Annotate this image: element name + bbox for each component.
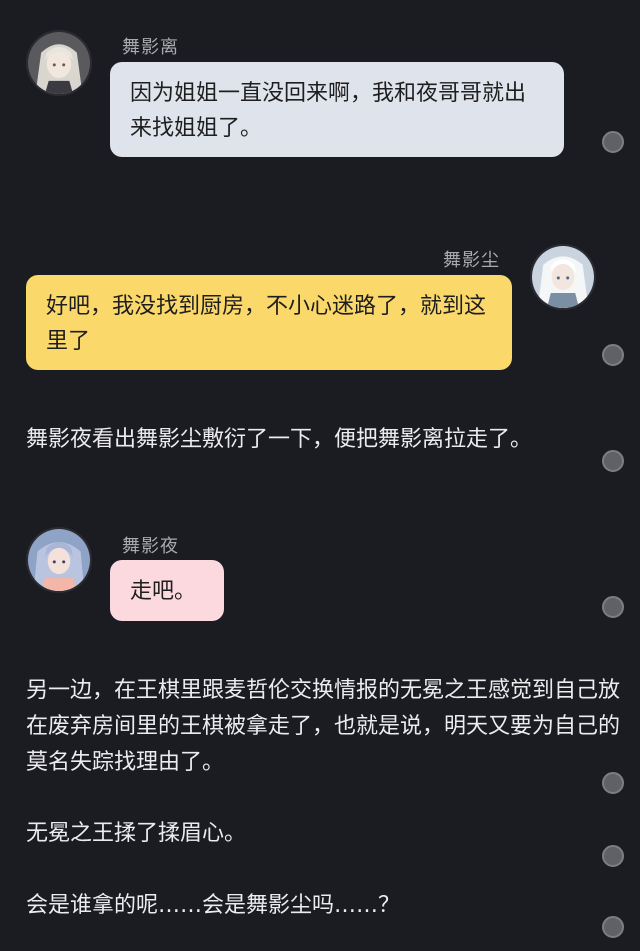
message-text: 好吧，我没找到厨房，不小心迷路了，就到这里了 — [46, 294, 487, 354]
menu-dot-icon[interactable] — [602, 450, 624, 472]
message-text: 走吧。 — [130, 579, 197, 604]
message-bubble: 因为姐姐一直没回来啊，我和夜哥哥就出来找姐姐了。 — [110, 62, 564, 157]
character-avatar-white-hair-icon — [532, 246, 594, 308]
speaker-name: 舞影尘 — [443, 250, 500, 271]
message-text: 因为姐姐一直没回来啊，我和夜哥哥就出来找姐姐了。 — [130, 81, 527, 141]
character-avatar-silver-hair-icon — [28, 32, 90, 94]
message-bubble: 好吧，我没找到厨房，不小心迷路了，就到这里了 — [26, 275, 512, 370]
narration-text: 会是谁拿的呢……会是舞影尘吗……？ — [26, 893, 401, 918]
avatar-wuyingye[interactable] — [26, 527, 92, 593]
menu-dot-icon[interactable] — [602, 772, 624, 794]
menu-dot-icon[interactable] — [602, 131, 624, 153]
menu-dot-icon[interactable] — [602, 596, 624, 618]
avatar-wuyingchen[interactable] — [530, 244, 596, 310]
character-avatar-blue-hair-icon — [28, 529, 90, 591]
menu-dot-icon[interactable] — [602, 344, 624, 366]
menu-dot-icon[interactable] — [602, 916, 624, 938]
narration-text: 舞影夜看出舞影尘敷衍了一下，便把舞影离拉走了。 — [26, 427, 533, 452]
narration-text: 另一边，在王棋里跟麦哲伦交换情报的无冕之王感觉到自己放在废弃房间里的王棋被拿走了… — [26, 678, 621, 775]
speaker-name: 舞影夜 — [122, 536, 179, 557]
narration-text: 无冕之王揉了揉眉心。 — [26, 821, 247, 846]
menu-dot-icon[interactable] — [602, 845, 624, 867]
speaker-name: 舞影离 — [122, 37, 179, 58]
message-bubble: 走吧。 — [110, 560, 224, 621]
avatar-wuyingli[interactable] — [26, 30, 92, 96]
